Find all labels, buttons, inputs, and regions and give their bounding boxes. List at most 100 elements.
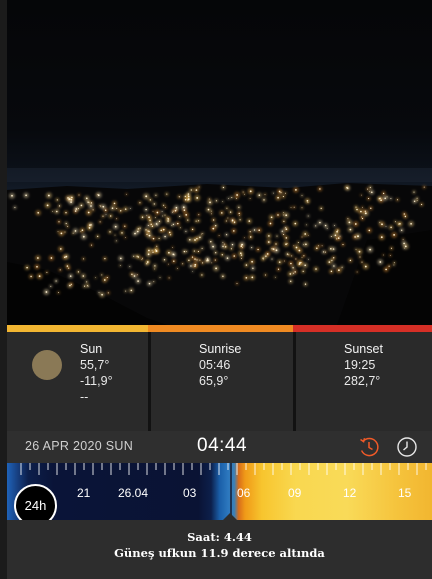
city-light: [59, 269, 61, 271]
city-light: [131, 273, 133, 275]
city-light: [66, 265, 69, 267]
city-light: [121, 232, 123, 234]
city-light: [324, 224, 327, 227]
city-light: [137, 230, 139, 233]
city-light: [215, 267, 218, 270]
city-light: [319, 188, 321, 190]
city-light: [55, 280, 57, 282]
city-light: [402, 238, 404, 240]
city-light: [328, 261, 331, 263]
city-light: [193, 250, 195, 252]
city-light: [161, 211, 163, 212]
city-light: [154, 217, 156, 219]
city-light: [267, 241, 270, 243]
city-light: [397, 199, 398, 201]
city-light: [77, 271, 79, 273]
time-label[interactable]: 04:44: [197, 435, 247, 457]
city-light: [293, 206, 295, 208]
caption-time: Saat: 4.44: [187, 530, 252, 544]
date-label[interactable]: 26 APR 2020 SUN: [25, 439, 133, 453]
city-light: [221, 212, 223, 214]
city-light: [14, 207, 16, 208]
city-light: [384, 197, 386, 200]
city-light: [148, 216, 150, 219]
city-light: [355, 248, 357, 250]
timeline-label-03: 03: [183, 486, 197, 500]
city-light: [361, 217, 364, 220]
city-light: [150, 223, 152, 225]
city-light: [87, 201, 89, 203]
city-light: [68, 267, 70, 269]
city-light: [390, 198, 392, 200]
city-light: [172, 223, 174, 225]
sun-icon: [32, 350, 62, 380]
city-light: [182, 263, 184, 265]
city-light: [154, 265, 156, 267]
city-light: [231, 197, 233, 198]
caption-overlay: Saat: 4.44 Güneş ufkun 11.9 derece altın…: [7, 513, 432, 579]
time-slider[interactable]: 21 26.04 03 06 09 12 15 24h: [7, 463, 432, 520]
sunrise-color-bar: [148, 325, 293, 332]
sun-column[interactable]: Sun 55,7° -11,9° --: [7, 332, 148, 431]
sunrise-column[interactable]: Sunrise 05:46 65,9°: [151, 332, 293, 431]
city-light: [90, 244, 93, 246]
clock-reset-icon[interactable]: [358, 436, 380, 458]
city-light: [337, 269, 340, 272]
city-light: [241, 243, 244, 246]
city-light: [380, 236, 383, 239]
city-light: [194, 263, 197, 266]
city-light: [145, 195, 148, 198]
city-light: [187, 193, 190, 195]
city-light: [71, 196, 73, 199]
city-light: [130, 289, 133, 292]
sunset-column[interactable]: Sunset 19:25 282,7°: [296, 332, 432, 431]
city-light: [147, 253, 150, 256]
city-light: [104, 209, 107, 212]
city-light: [58, 206, 60, 207]
city-light: [164, 214, 166, 216]
city-light: [201, 274, 203, 276]
city-light: [109, 231, 111, 233]
city-light: [125, 290, 127, 292]
city-light: [145, 229, 147, 231]
city-light: [137, 280, 139, 282]
city-light: [65, 222, 67, 225]
city-light: [158, 237, 160, 239]
timespan-24h-button[interactable]: 24h: [14, 484, 57, 520]
city-light: [228, 198, 229, 199]
city-light: [164, 235, 166, 238]
city-light: [67, 199, 69, 201]
clock-icon[interactable]: [396, 436, 418, 458]
city-light: [360, 210, 362, 213]
city-light: [284, 192, 286, 194]
city-light: [175, 206, 178, 209]
city-light: [92, 209, 94, 211]
city-light: [68, 198, 71, 201]
city-light: [124, 225, 126, 227]
city-light: [306, 199, 309, 202]
city-light: [85, 197, 88, 200]
city-light: [319, 221, 321, 224]
city-light: [215, 200, 217, 202]
city-light: [393, 264, 395, 266]
city-light: [90, 202, 93, 204]
city-light: [211, 210, 212, 212]
city-light: [315, 225, 317, 227]
city-light: [182, 206, 185, 209]
city-light: [304, 233, 307, 235]
city-light: [139, 202, 141, 204]
city-light: [245, 264, 248, 266]
city-light: [413, 191, 415, 193]
city-light: [295, 246, 298, 249]
city-light: [382, 254, 384, 256]
city-light: [275, 243, 277, 245]
city-light: [136, 274, 138, 276]
city-light: [156, 245, 158, 247]
city-light: [388, 265, 390, 267]
city-light: [249, 231, 251, 233]
city-light: [359, 256, 361, 258]
city-light: [195, 220, 197, 222]
city-light: [78, 194, 80, 196]
city-light: [198, 214, 200, 216]
city-light: [188, 195, 190, 198]
